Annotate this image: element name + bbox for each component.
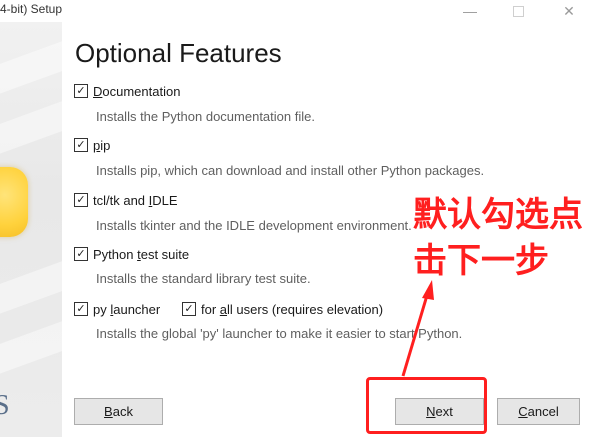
annotation-arrow-icon bbox=[401, 280, 434, 377]
next-button-highlight bbox=[366, 377, 487, 434]
